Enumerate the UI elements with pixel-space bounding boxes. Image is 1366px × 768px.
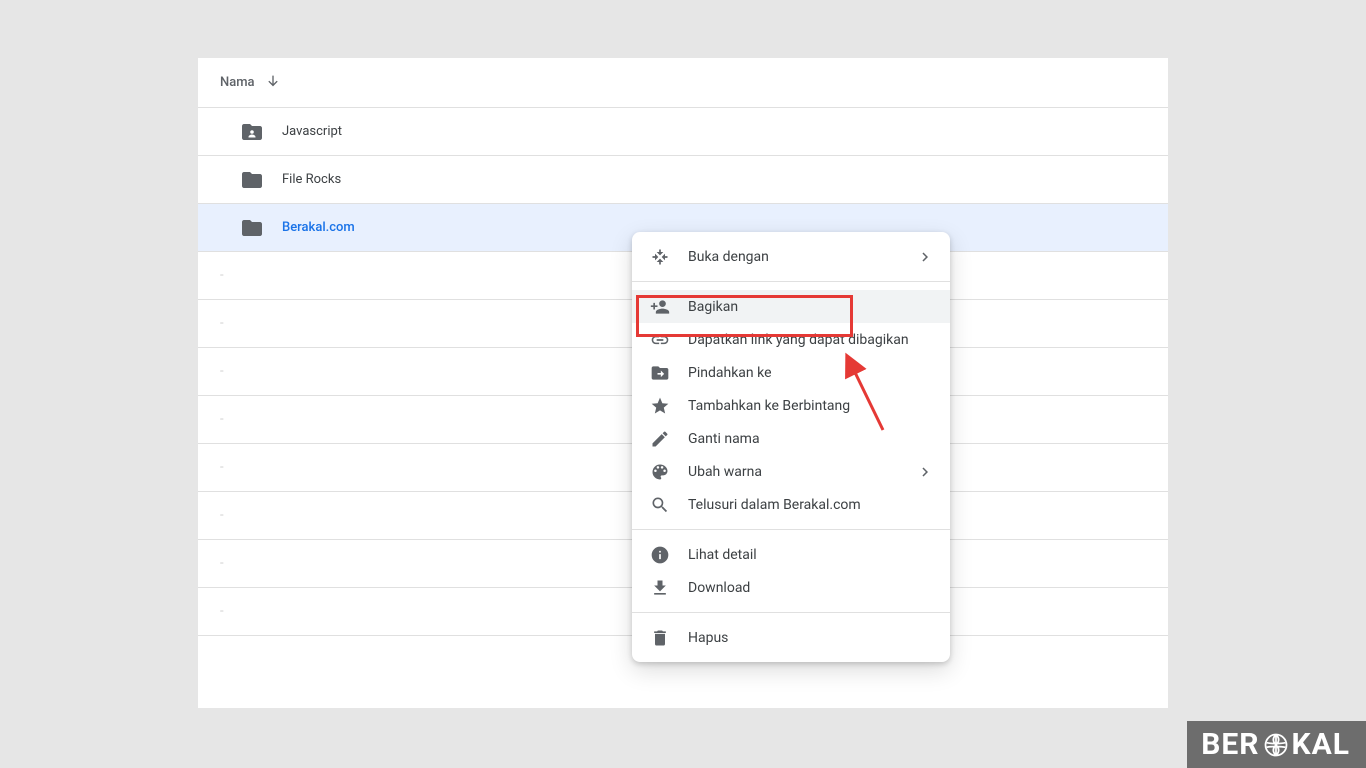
menu-move-to[interactable]: Pindahkan ke (632, 356, 950, 389)
palette-icon (648, 460, 672, 484)
menu-view-detail[interactable]: Lihat detail (632, 538, 950, 571)
chevron-right-icon (916, 463, 934, 481)
menu-change-color[interactable]: Ubah warna (632, 455, 950, 488)
column-header-name[interactable]: Nama (220, 75, 255, 90)
menu-label: Tambahkan ke Berbintang (688, 398, 850, 414)
menu-download[interactable]: Download (632, 571, 950, 604)
menu-add-star[interactable]: Tambahkan ke Berbintang (632, 389, 950, 422)
file-name: Javascript (282, 124, 342, 139)
file-name: File Rocks (282, 172, 341, 187)
menu-label: Download (688, 580, 750, 596)
link-icon (648, 328, 672, 352)
menu-remove[interactable]: Hapus (632, 621, 950, 654)
menu-separator (632, 529, 950, 530)
file-row[interactable]: File Rocks (198, 156, 1168, 204)
shared-folder-icon (240, 120, 264, 144)
menu-separator (632, 281, 950, 282)
download-icon (648, 576, 672, 600)
menu-open-with[interactable]: Buka dengan (632, 240, 950, 273)
menu-label: Pindahkan ke (688, 365, 772, 381)
menu-label: Ganti nama (688, 431, 760, 447)
brain-icon (1262, 731, 1290, 759)
chevron-right-icon (916, 248, 934, 266)
menu-separator (632, 612, 950, 613)
menu-label: Lihat detail (688, 547, 757, 563)
sort-arrow-icon[interactable] (265, 73, 281, 93)
star-icon (648, 394, 672, 418)
menu-label: Ubah warna (688, 464, 762, 480)
file-name: Berakal.com (282, 220, 355, 235)
folder-icon (240, 216, 264, 240)
search-icon (648, 493, 672, 517)
menu-label: Telusuri dalam Berakal.com (688, 497, 861, 513)
folder-icon (240, 168, 264, 192)
menu-label: Buka dengan (688, 249, 769, 265)
move-icon (648, 245, 672, 269)
context-menu: Buka dengan Bagikan Dapatkan link yang d… (632, 232, 950, 662)
person-add-icon (648, 295, 672, 319)
folder-move-icon (648, 361, 672, 385)
column-header-row: Nama (198, 58, 1168, 108)
edit-icon (648, 427, 672, 451)
menu-label: Dapatkan link yang dapat dibagikan (688, 332, 909, 348)
watermark-text-post: KAL (1292, 727, 1350, 762)
menu-get-link[interactable]: Dapatkan link yang dapat dibagikan (632, 323, 950, 356)
menu-search-within[interactable]: Telusuri dalam Berakal.com (632, 488, 950, 521)
watermark: BER KAL (1187, 721, 1366, 768)
menu-label: Hapus (688, 630, 728, 646)
watermark-text-pre: BER (1201, 727, 1259, 762)
menu-share[interactable]: Bagikan (632, 290, 950, 323)
menu-label: Bagikan (688, 299, 738, 315)
info-icon (648, 543, 672, 567)
menu-rename[interactable]: Ganti nama (632, 422, 950, 455)
trash-icon (648, 626, 672, 650)
file-row[interactable]: Javascript (198, 108, 1168, 156)
